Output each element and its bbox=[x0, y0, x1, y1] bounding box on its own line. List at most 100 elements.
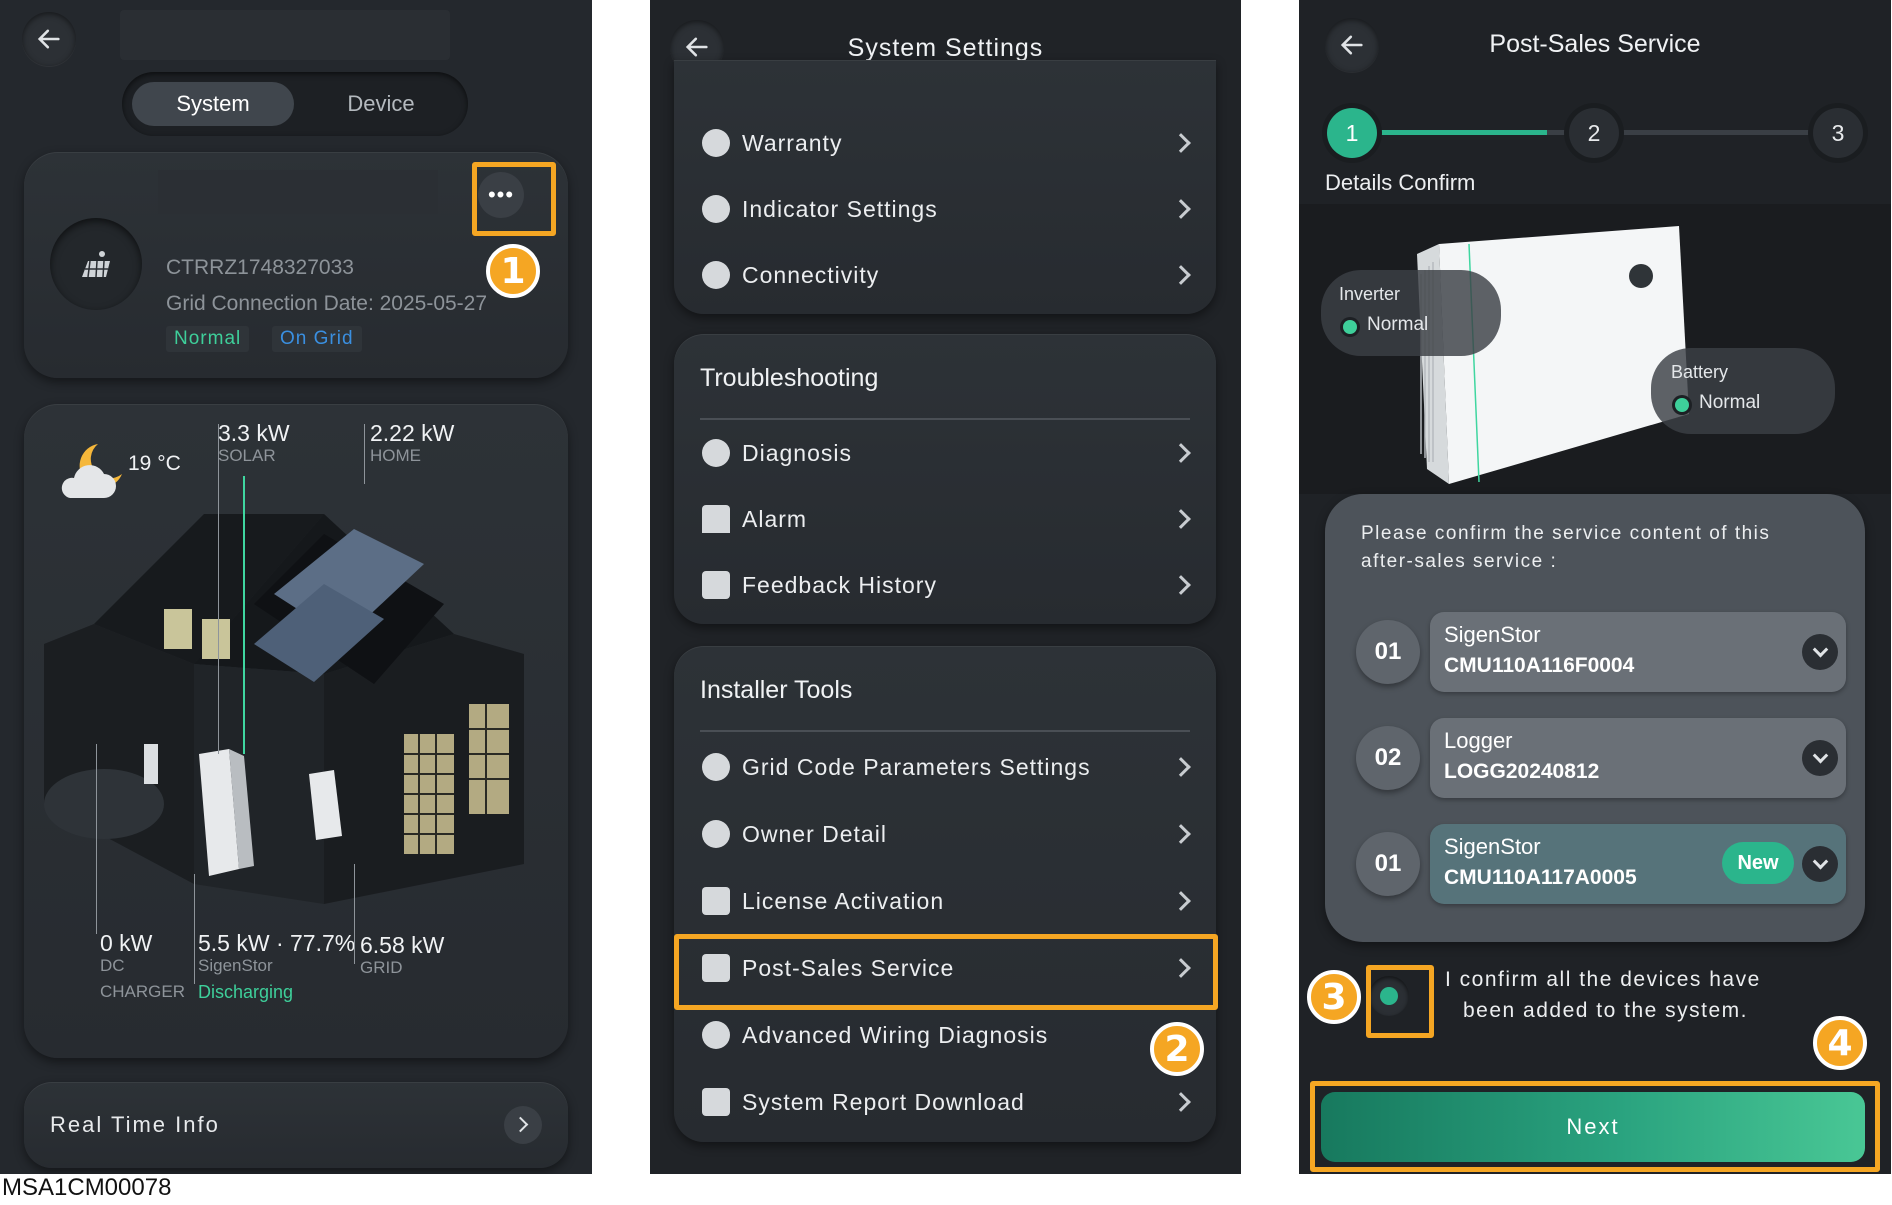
dc-line bbox=[96, 744, 97, 934]
grid-connection-date: Grid Connection Date: 2025-05-27 bbox=[166, 292, 488, 315]
segment-control: System Device bbox=[122, 72, 468, 136]
menu-item-grid-code-parameters[interactable]: Grid Code Parameters Settings bbox=[674, 734, 1216, 800]
download-icon bbox=[702, 1088, 730, 1116]
menu-item-label: Feedback History bbox=[742, 571, 937, 598]
energy-flow-card: 19 °C 3.3 kW SOLAR 2.22 kW HOME 0 kW DC … bbox=[24, 404, 568, 1058]
inverter-label: Inverter bbox=[1339, 284, 1401, 304]
chevron-right-icon bbox=[1171, 133, 1191, 153]
page-title: Post-Sales Service bbox=[1489, 30, 1701, 58]
arrow-left-icon bbox=[37, 29, 60, 49]
device-name: Logger bbox=[1444, 728, 1513, 753]
menu-item-label: Grid Code Parameters Settings bbox=[742, 753, 1091, 780]
system-settings-screen: System Settings Warranty Indicator Setti… bbox=[650, 0, 1241, 1174]
step-badge-2: 2 bbox=[1150, 1022, 1204, 1076]
device-index: 01 bbox=[1356, 832, 1420, 896]
license-icon bbox=[702, 887, 730, 915]
status-dot bbox=[1675, 398, 1689, 412]
title-placeholder bbox=[120, 10, 450, 60]
solar-label: SOLAR bbox=[218, 446, 276, 465]
device-row-3[interactable]: 01 SigenStor CMU110A117A0005 New bbox=[1356, 824, 1846, 904]
dc-value: 0 kW bbox=[100, 930, 153, 956]
chevron-right-icon bbox=[504, 1106, 542, 1144]
confirm-text-line-2: been added to the system. bbox=[1463, 999, 1748, 1022]
device-index: 02 bbox=[1356, 726, 1420, 790]
chevron-down-icon[interactable] bbox=[1802, 740, 1838, 776]
device-row-2[interactable]: 02 Logger LOGG20240812 bbox=[1356, 718, 1846, 798]
real-time-info-row[interactable]: Real Time Info bbox=[24, 1082, 568, 1168]
next-button[interactable]: Next bbox=[1321, 1092, 1865, 1162]
menu-item-owner-detail[interactable]: Owner Detail bbox=[674, 801, 1216, 867]
post-sales-service-screen: Post-Sales Service 1 2 3 Details Confirm… bbox=[1299, 0, 1891, 1174]
status-dot bbox=[1343, 320, 1357, 334]
user-circle-icon bbox=[702, 820, 730, 848]
menu-item-warranty[interactable]: Warranty bbox=[674, 110, 1216, 176]
chevron-down-icon[interactable] bbox=[1802, 846, 1838, 882]
menu-item-alarm[interactable]: Alarm bbox=[674, 486, 1216, 552]
group-title: Installer Tools bbox=[700, 676, 853, 704]
menu-item-system-report-download[interactable]: System Report Download bbox=[674, 1069, 1216, 1135]
highlight-post-sales-service bbox=[674, 934, 1218, 1010]
step-badge-3: 3 bbox=[1307, 970, 1361, 1024]
chevron-right-icon bbox=[1171, 443, 1191, 463]
step-badge-4: 4 bbox=[1813, 1016, 1867, 1070]
device-row-1[interactable]: 01 SigenStor CMU110A116F0004 bbox=[1356, 612, 1846, 692]
compass-icon bbox=[702, 1021, 730, 1049]
system-id: CTRRZ1748327033 bbox=[166, 256, 354, 279]
globe-icon bbox=[702, 261, 730, 289]
device-name: SigenStor bbox=[1444, 834, 1541, 859]
solar-panel-icon bbox=[50, 218, 142, 310]
home-line bbox=[364, 424, 365, 484]
settings-group-general: Warranty Indicator Settings Connectivity bbox=[674, 60, 1216, 314]
menu-item-advanced-wiring-diagnosis[interactable]: Advanced Wiring Diagnosis bbox=[674, 1002, 1216, 1068]
chevron-right-icon bbox=[1171, 265, 1191, 285]
real-time-info-label: Real Time Info bbox=[50, 1112, 220, 1137]
confirm-prompt: Please confirm the service content of th… bbox=[1361, 523, 1771, 572]
step-3: 3 bbox=[1813, 108, 1863, 158]
sigenstor-label: SigenStor bbox=[198, 956, 273, 975]
new-badge: New bbox=[1722, 842, 1794, 884]
menu-item-label: Owner Detail bbox=[742, 820, 887, 847]
device-index: 01 bbox=[1356, 620, 1420, 684]
sigenstor-status: Discharging bbox=[198, 982, 294, 1002]
menu-item-label: Connectivity bbox=[742, 261, 880, 288]
menu-item-label: System Report Download bbox=[742, 1088, 1025, 1115]
status-badge-normal: Normal bbox=[166, 326, 250, 352]
device-card: SigenStor CMU110A117A0005 New bbox=[1430, 824, 1846, 904]
figure-caption: MSA1CM00078 bbox=[2, 1174, 172, 1201]
tab-system[interactable]: System bbox=[132, 82, 294, 126]
status-badge-on-grid: On Grid bbox=[272, 326, 362, 352]
menu-item-label: Diagnosis bbox=[742, 439, 852, 466]
alarm-icon bbox=[702, 505, 730, 533]
menu-item-diagnosis[interactable]: Diagnosis bbox=[674, 420, 1216, 486]
settings-group-troubleshooting: Troubleshooting Diagnosis Alarm Feedback… bbox=[674, 334, 1216, 624]
dc-label-2: CHARGER bbox=[100, 982, 186, 1001]
menu-item-connectivity[interactable]: Connectivity bbox=[674, 242, 1216, 308]
menu-item-feedback-history[interactable]: Feedback History bbox=[674, 552, 1216, 618]
tab-device[interactable]: Device bbox=[304, 82, 458, 126]
chevron-right-icon bbox=[1171, 824, 1191, 844]
feedback-icon bbox=[702, 571, 730, 599]
home-label: HOME bbox=[370, 446, 421, 465]
device-code: CMU110A116F0004 bbox=[1444, 654, 1635, 677]
device-name: SigenStor bbox=[1444, 622, 1541, 647]
back-button[interactable] bbox=[22, 12, 76, 66]
device-card: Logger LOGG20240812 bbox=[1430, 718, 1846, 798]
home-value: 2.22 kW bbox=[370, 420, 455, 446]
menu-item-label: Indicator Settings bbox=[742, 195, 938, 222]
divider bbox=[700, 730, 1190, 732]
chevron-right-icon bbox=[1171, 199, 1191, 219]
grid-label: GRID bbox=[360, 958, 403, 977]
device-code: CMU110A117A0005 bbox=[1444, 866, 1637, 889]
chevron-down-icon[interactable] bbox=[1802, 634, 1838, 670]
device-preview: Inverter Normal Battery Normal bbox=[1299, 204, 1891, 494]
chevron-right-icon bbox=[1171, 509, 1191, 529]
dc-label: DC bbox=[100, 956, 125, 975]
menu-item-indicator-settings[interactable]: Indicator Settings bbox=[674, 176, 1216, 242]
settings-group-installer-tools: Installer Tools Grid Code Parameters Set… bbox=[674, 646, 1216, 1142]
menu-item-license-activation[interactable]: License Activation bbox=[674, 868, 1216, 934]
sigen-line bbox=[194, 874, 195, 984]
menu-item-label: Advanced Wiring Diagnosis bbox=[742, 1021, 1049, 1048]
diagnosis-icon bbox=[702, 439, 730, 467]
stepper-progress bbox=[1357, 130, 1547, 135]
grid-value: 6.58 kW bbox=[360, 932, 445, 958]
